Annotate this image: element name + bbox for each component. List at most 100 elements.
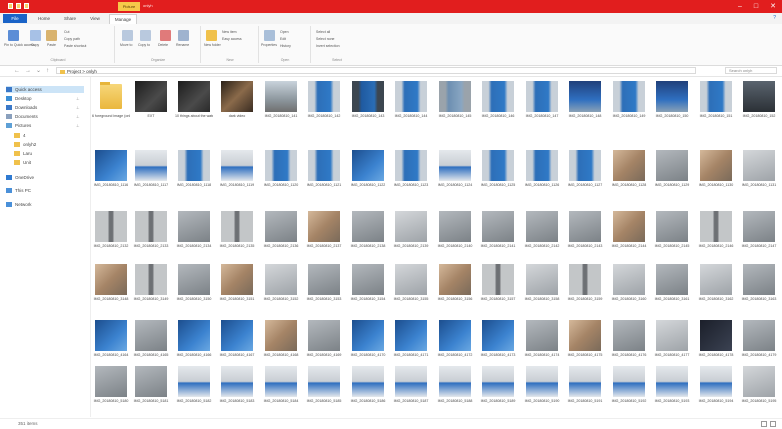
file-item[interactable]: IMG_20180810_144 (392, 80, 430, 118)
copy-to-label[interactable]: Copy to (138, 43, 150, 47)
details-view-icon[interactable] (761, 421, 767, 427)
quick-access-toolbar[interactable] (8, 3, 29, 9)
file-item[interactable]: IMG_20180810_4176 (610, 319, 648, 357)
back-arrow-icon[interactable]: ← (14, 67, 20, 75)
file-item[interactable]: IMG_20180810_5181 (132, 365, 170, 403)
file-item[interactable]: IMG_20180810_4171 (392, 319, 430, 357)
sidebar-item-onlyh2[interactable]: onlyh2 (14, 141, 36, 148)
file-item[interactable]: IMG_20180810_1118 (175, 149, 213, 187)
file-item[interactable]: IMG_20180810_1119 (218, 149, 256, 187)
file-item[interactable]: IMG_20180810_5187 (392, 365, 430, 403)
file-item[interactable]: IMG_20180810_2147 (740, 210, 778, 248)
file-item[interactable]: IMG_20180810_4174 (523, 319, 561, 357)
sidebar-item-quick-access[interactable]: Quick access (6, 86, 84, 93)
sidebar-item-unit[interactable]: Unit (14, 159, 31, 166)
file-item[interactable]: IMG_20180810_151 (697, 80, 735, 118)
file-item[interactable]: IMG_20180810_1117 (132, 149, 170, 187)
file-item[interactable]: IMG_20180810_1128 (610, 149, 648, 187)
file-item[interactable]: IMG_20180810_150 (653, 80, 691, 118)
file-item[interactable]: IMG_20180810_2139 (392, 210, 430, 248)
file-item[interactable]: IMG_20180810_2140 (436, 210, 474, 248)
file-item[interactable]: IMG_20180810_1124 (436, 149, 474, 187)
minimize-button[interactable]: – (738, 2, 742, 11)
delete-icon[interactable] (160, 30, 171, 41)
file-item[interactable]: IMG_20180810_3155 (392, 263, 430, 301)
file-item[interactable]: dark video (218, 80, 256, 118)
file-item[interactable]: IMG_20180810_4179 (740, 319, 778, 357)
file-item[interactable]: IMG_20180810_3153 (305, 263, 343, 301)
file-item[interactable]: IMG_20180810_3157 (479, 263, 517, 301)
search-input[interactable]: Search onlyh (725, 67, 777, 74)
file-item[interactable]: IMG_20180810_1127 (566, 149, 604, 187)
file-item[interactable]: IMG_20180810_4167 (218, 319, 256, 357)
file-item[interactable]: IMG_20180810_1129 (653, 149, 691, 187)
file-item[interactable]: IMG_20180810_1125 (479, 149, 517, 187)
new-item-label[interactable]: New item (222, 30, 237, 34)
file-item[interactable]: IMG_20180810_4178 (697, 319, 735, 357)
cut-label[interactable]: Cut (64, 30, 69, 34)
sidebar-item-documents[interactable]: Documents ⊥ (6, 113, 79, 120)
file-item[interactable]: IMG_20180810_141 (262, 80, 300, 118)
close-button[interactable]: ✕ (770, 2, 776, 11)
file-item[interactable]: IMG_20180810_2145 (653, 210, 691, 248)
easy-access-label[interactable]: Easy access (222, 37, 242, 41)
sidebar-item-this-pc[interactable]: This PC (6, 187, 31, 194)
file-item[interactable]: IMG_20180810_4177 (653, 319, 691, 357)
help-icon[interactable]: ? (773, 15, 776, 21)
paste-shortcut-label[interactable]: Paste shortcut (64, 44, 86, 48)
open-label[interactable]: Open (280, 30, 289, 34)
tab-share[interactable]: Share (59, 14, 81, 23)
paste-icon[interactable] (46, 30, 57, 41)
file-item[interactable]: IMG_20180810_3158 (523, 263, 561, 301)
copy-to-icon[interactable] (140, 30, 151, 41)
file-item[interactable]: IMG_20180810_3156 (436, 263, 474, 301)
file-item[interactable]: IMG_20180810_3163 (740, 263, 778, 301)
file-item[interactable]: IMG_20180810_2134 (175, 210, 213, 248)
edit-label[interactable]: Edit (280, 37, 286, 41)
sidebar-item-downloads[interactable]: Downloads ⊥ (6, 104, 79, 111)
file-item[interactable]: IMG_20180810_5180 (92, 365, 130, 403)
file-item[interactable]: IMG_20180810_4170 (349, 319, 387, 357)
file-item[interactable]: IMG_20180810_3150 (175, 263, 213, 301)
properties-icon[interactable] (16, 3, 21, 9)
maximize-button[interactable]: □ (754, 2, 758, 11)
file-item[interactable]: IMG_20180810_5193 (653, 365, 691, 403)
new-folder-icon[interactable] (24, 3, 29, 9)
file-item[interactable]: IMG_20180810_5189 (479, 365, 517, 403)
sidebar-item-4[interactable]: 4 (14, 132, 26, 139)
file-item[interactable]: IMG_20180810_4164 (92, 319, 130, 357)
file-item[interactable]: IMG_20180810_149 (610, 80, 648, 118)
folder-icon[interactable] (8, 3, 13, 9)
rename-icon[interactable] (178, 30, 189, 41)
pin-icon[interactable]: ⊥ (76, 122, 79, 129)
delete-label[interactable]: Delete (158, 43, 168, 47)
copy-label[interactable]: Copy (31, 43, 39, 47)
pin-icon[interactable] (8, 30, 19, 41)
file-item[interactable]: IMG_20180810_2144 (610, 210, 648, 248)
file-item[interactable]: IMG_20180810_2141 (479, 210, 517, 248)
history-label[interactable]: History (280, 44, 291, 48)
file-item[interactable]: IMG_20180810_4168 (262, 319, 300, 357)
file-item[interactable]: IMG_20180810_1116 (92, 149, 130, 187)
file-item[interactable]: IMG_20180810_2142 (523, 210, 561, 248)
sidebar-item-onedrive[interactable]: OneDrive (6, 174, 34, 181)
file-item[interactable]: IMG_20180810_3149 (132, 263, 170, 301)
file-item[interactable]: IMG_20180810_2135 (218, 210, 256, 248)
file-item[interactable]: IMG_20180810_4172 (436, 319, 474, 357)
pin-icon[interactable]: ⊥ (76, 104, 79, 111)
invert-selection-label[interactable]: Invert selection (316, 44, 340, 48)
file-item[interactable]: IMG_20180810_3162 (697, 263, 735, 301)
rename-label[interactable]: Rename (176, 43, 189, 47)
file-item[interactable]: IMG_20180810_146 (479, 80, 517, 118)
sidebar-item-network[interactable]: Network (6, 201, 32, 208)
file-item[interactable]: IMG_20180810_4166 (175, 319, 213, 357)
pin-icon[interactable]: ⊥ (76, 95, 79, 102)
file-item[interactable]: IMG_20180810_3151 (218, 263, 256, 301)
picture-tools-context-tab[interactable]: Picture Tools (118, 2, 140, 18)
file-item[interactable]: IMG_20180810_1120 (262, 149, 300, 187)
file-item[interactable]: EXT (132, 80, 170, 118)
file-item[interactable]: IMG_20180810_3160 (610, 263, 648, 301)
file-item[interactable]: IMG_20180810_2132 (92, 210, 130, 248)
file-item[interactable]: IMG_20180810_5188 (436, 365, 474, 403)
file-item[interactable]: IMG_20180810_145 (436, 80, 474, 118)
